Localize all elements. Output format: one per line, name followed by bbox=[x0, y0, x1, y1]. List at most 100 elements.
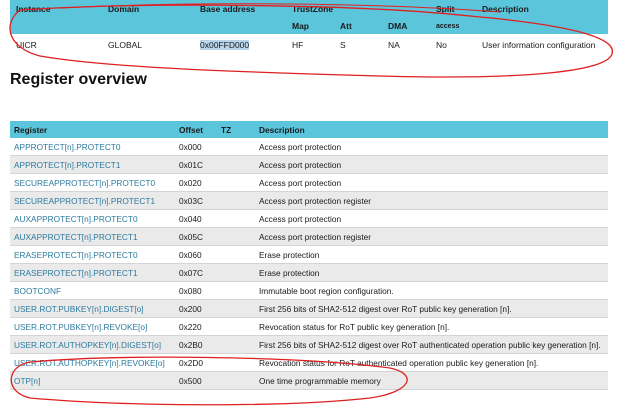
instance-row: UICR GLOBAL 0x00FFD000 HF S NA No User i… bbox=[10, 34, 608, 56]
register-offset: 0x060 bbox=[175, 245, 217, 264]
section-title: Register overview bbox=[10, 71, 147, 88]
register-row: OTP[n] 0x500 One time programmable memory bbox=[10, 371, 608, 390]
register-row: SECUREAPPROTECT[n].PROTECT0 0x020 Access p… bbox=[10, 173, 608, 192]
register-description: One time programmable memory bbox=[255, 371, 608, 390]
register-offset: 0x200 bbox=[175, 299, 217, 318]
register-row: ERASEPROTECT[n].PROTECT0 0x060 Erase prote… bbox=[10, 245, 608, 264]
register-tz bbox=[217, 173, 255, 192]
register-name-link[interactable]: ERASEPROTECT[n].PROTECT0 bbox=[10, 245, 175, 264]
dma-cell: NA bbox=[388, 40, 400, 50]
instance-table-subheader-row: Map Att DMA access bbox=[10, 18, 608, 34]
register-row: SECUREAPPROTECT[n].PROTECT1 0x03C Access p… bbox=[10, 191, 608, 210]
register-description: First 256 bits of SHA2-512 digest over R… bbox=[255, 335, 608, 354]
register-offset: 0x040 bbox=[175, 209, 217, 228]
register-row: APPROTECT[n].PROTECT0 0x000 Access port pr… bbox=[10, 138, 608, 156]
split-header: Split bbox=[436, 4, 455, 14]
register-tz bbox=[217, 335, 255, 354]
att-header: Att bbox=[340, 21, 352, 31]
register-name-link[interactable]: USER.ROT.AUTHOPKEY[n].DIGEST[o] bbox=[10, 335, 175, 354]
att-cell: S bbox=[340, 40, 346, 50]
register-offset: 0x020 bbox=[175, 173, 217, 192]
register-tz bbox=[217, 299, 255, 318]
register-tz bbox=[217, 209, 255, 228]
instance-table-header-row: Instance Domain Base address TrustZone S… bbox=[10, 0, 608, 18]
register-description: Access port protection bbox=[255, 209, 608, 228]
register-description: Immutable boot region configuration. bbox=[255, 281, 608, 300]
register-row: AUXAPPROTECT[n].PROTECT0 0x040 Access port… bbox=[10, 209, 608, 228]
register-offset: 0x01C bbox=[175, 155, 217, 174]
register-name-link[interactable]: APPROTECT[n].PROTECT1 bbox=[10, 155, 175, 174]
dma-header: DMA bbox=[388, 21, 408, 31]
register-tz bbox=[217, 263, 255, 282]
register-row: ERASEPROTECT[n].PROTECT1 0x07C Erase prote… bbox=[10, 263, 608, 282]
register-offset: 0x2D0 bbox=[175, 353, 217, 372]
register-row: USER.ROT.AUTHOPKEY[n].DIGEST[o] 0x2B0 Firs… bbox=[10, 335, 608, 354]
register-table-header-row: Register Offset TZ Description bbox=[10, 121, 608, 138]
register-name-link[interactable]: USER.ROT.PUBKEY[n].REVOKE[o] bbox=[10, 317, 175, 336]
register-offset: 0x07C bbox=[175, 263, 217, 282]
map-header: Map bbox=[292, 21, 309, 31]
register-offset: 0x080 bbox=[175, 281, 217, 300]
register-name-link[interactable]: USER.ROT.PUBKEY[n].DIGEST[o] bbox=[10, 299, 175, 318]
register-description: Access port protection bbox=[255, 155, 608, 174]
register-name-link[interactable]: AUXAPPROTECT[n].PROTECT0 bbox=[10, 209, 175, 228]
register-row: APPROTECT[n].PROTECT1 0x01C Access port pr… bbox=[10, 155, 608, 174]
register-tz bbox=[217, 281, 255, 300]
register-tz bbox=[217, 138, 255, 156]
register-row: USER.ROT.AUTHOPKEY[n].REVOKE[o] 0x2D0 Revo… bbox=[10, 353, 608, 372]
register-description: Access port protection bbox=[255, 138, 608, 156]
base-address-selection[interactable]: 0x00FFD000 bbox=[200, 40, 250, 50]
register-offset: 0x2B0 bbox=[175, 335, 217, 354]
register-offset: 0x000 bbox=[175, 138, 217, 156]
register-name-link[interactable]: OTP[n] bbox=[10, 371, 175, 390]
register-description: First 256 bits of SHA2-512 digest over R… bbox=[255, 299, 608, 318]
register-description: Access port protection bbox=[255, 173, 608, 192]
instance-table: Instance Domain Base address TrustZone S… bbox=[10, 0, 608, 56]
register-name-link[interactable]: USER.ROT.AUTHOPKEY[n].REVOKE[o] bbox=[10, 353, 175, 372]
split-cell: No bbox=[436, 40, 447, 50]
register-name-link[interactable]: SECUREAPPROTECT[n].PROTECT1 bbox=[10, 191, 175, 210]
register-table-body: APPROTECT[n].PROTECT0 0x000 Access port pr… bbox=[10, 138, 608, 390]
description-header: Description bbox=[255, 121, 608, 138]
register-row: BOOTCONF 0x080 Immutable boot region confi… bbox=[10, 281, 608, 300]
base-address-header: Base address bbox=[200, 4, 256, 14]
register-name-link[interactable]: BOOTCONF bbox=[10, 281, 175, 300]
domain-cell: GLOBAL bbox=[108, 40, 143, 50]
register-row: AUXAPPROTECT[n].PROTECT1 0x05C Access port… bbox=[10, 227, 608, 246]
access-subheader: access bbox=[436, 22, 460, 30]
base-address-cell: 0x00FFD000 bbox=[194, 34, 286, 56]
register-tz bbox=[217, 155, 255, 174]
register-table: Register Offset TZ Description APPROTECT… bbox=[10, 121, 608, 390]
register-description: Access port protection register bbox=[255, 191, 608, 210]
register-offset: 0x03C bbox=[175, 191, 217, 210]
register-name-link[interactable]: AUXAPPROTECT[n].PROTECT1 bbox=[10, 227, 175, 246]
instance-header: Instance bbox=[16, 4, 51, 14]
register-description: Erase protection bbox=[255, 245, 608, 264]
register-offset: 0x05C bbox=[175, 227, 217, 246]
register-tz bbox=[217, 353, 255, 372]
domain-header: Domain bbox=[108, 4, 140, 14]
register-offset: 0x220 bbox=[175, 317, 217, 336]
register-tz bbox=[217, 371, 255, 390]
register-name-link[interactable]: SECUREAPPROTECT[n].PROTECT0 bbox=[10, 173, 175, 192]
tz-header: TZ bbox=[217, 121, 255, 138]
register-tz bbox=[217, 317, 255, 336]
register-header: Register bbox=[10, 121, 175, 138]
register-name-link[interactable]: ERASEPROTECT[n].PROTECT1 bbox=[10, 263, 175, 282]
register-name-link[interactable]: APPROTECT[n].PROTECT0 bbox=[10, 138, 175, 156]
description-cell: User information configuration bbox=[482, 40, 596, 50]
register-description: Revocation status for RoT authenticated … bbox=[255, 353, 608, 372]
register-tz bbox=[217, 227, 255, 246]
map-cell: HF bbox=[292, 40, 304, 50]
register-row: USER.ROT.PUBKEY[n].DIGEST[o] 0x200 First 2… bbox=[10, 299, 608, 318]
offset-header: Offset bbox=[175, 121, 217, 138]
trustzone-header: TrustZone bbox=[292, 4, 334, 14]
register-description: Revocation status for RoT public key gen… bbox=[255, 317, 608, 336]
register-row: USER.ROT.PUBKEY[n].REVOKE[o] 0x220 Revocat… bbox=[10, 317, 608, 336]
register-tz bbox=[217, 191, 255, 210]
register-description: Erase protection bbox=[255, 263, 608, 282]
instance-cell: UICR bbox=[16, 40, 37, 50]
register-tz bbox=[217, 245, 255, 264]
register-description: Access port protection register bbox=[255, 227, 608, 246]
description-header: Description bbox=[482, 4, 529, 14]
